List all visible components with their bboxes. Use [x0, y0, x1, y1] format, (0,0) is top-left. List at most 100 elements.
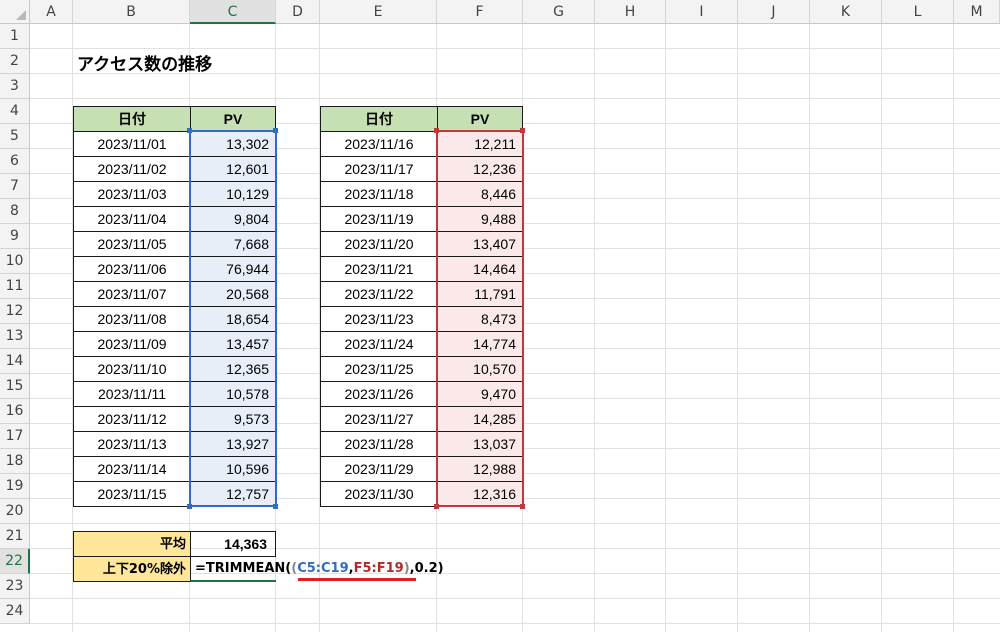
- pv-cell[interactable]: 14,774: [437, 331, 523, 357]
- column-header-d[interactable]: D: [276, 0, 320, 24]
- pv-cell[interactable]: 14,285: [437, 406, 523, 432]
- pv-cell[interactable]: 12,988: [437, 456, 523, 482]
- column-header-i[interactable]: I: [666, 0, 738, 24]
- date-cell[interactable]: 2023/11/04: [73, 206, 191, 232]
- row-header-24[interactable]: 24: [0, 599, 30, 624]
- row-header-10[interactable]: 10: [0, 249, 30, 274]
- date-cell[interactable]: 2023/11/20: [320, 231, 438, 257]
- date-cell[interactable]: 2023/11/11: [73, 381, 191, 407]
- pv-cell[interactable]: 12,601: [190, 156, 276, 182]
- date-cell[interactable]: 2023/11/10: [73, 356, 191, 382]
- column-header-a[interactable]: A: [30, 0, 73, 24]
- date-cell[interactable]: 2023/11/15: [73, 481, 191, 507]
- date-cell[interactable]: 2023/11/22: [320, 281, 438, 307]
- pv-cell[interactable]: 20,568: [190, 281, 276, 307]
- column-header-k[interactable]: K: [810, 0, 882, 24]
- pv-cell[interactable]: 10,578: [190, 381, 276, 407]
- select-all-corner[interactable]: [0, 0, 30, 24]
- pv-cell[interactable]: 13,927: [190, 431, 276, 457]
- formula-range-c5-c19[interactable]: C5:C19: [297, 561, 348, 576]
- row-header-14[interactable]: 14: [0, 349, 30, 374]
- pv-cell[interactable]: 13,407: [437, 231, 523, 257]
- row-header-13[interactable]: 13: [0, 324, 30, 349]
- pv-cell[interactable]: 9,488: [437, 206, 523, 232]
- row-header-16[interactable]: 16: [0, 399, 30, 424]
- pv-cell[interactable]: 12,316: [437, 481, 523, 507]
- row-header-15[interactable]: 15: [0, 374, 30, 399]
- formula-range-f5-f19[interactable]: F5:F19: [354, 561, 404, 576]
- date-cell[interactable]: 2023/11/12: [73, 406, 191, 432]
- row-header-12[interactable]: 12: [0, 299, 30, 324]
- date-cell[interactable]: 2023/11/06: [73, 256, 191, 282]
- range-handle[interactable]: [273, 128, 278, 133]
- pv-cell[interactable]: 76,944: [190, 256, 276, 282]
- pv-cell[interactable]: 12,365: [190, 356, 276, 382]
- column-header-l[interactable]: L: [882, 0, 954, 24]
- date-cell[interactable]: 2023/11/28: [320, 431, 438, 457]
- pv-cell[interactable]: 10,570: [437, 356, 523, 382]
- range-handle[interactable]: [187, 504, 192, 509]
- column-header-c[interactable]: C: [190, 0, 276, 24]
- range-handle[interactable]: [520, 504, 525, 509]
- column-header-j[interactable]: J: [738, 0, 810, 24]
- date-cell[interactable]: 2023/11/23: [320, 306, 438, 332]
- range-handle[interactable]: [434, 504, 439, 509]
- row-header-4[interactable]: 4: [0, 99, 30, 124]
- date-cell[interactable]: 2023/11/05: [73, 231, 191, 257]
- row-header-1[interactable]: 1: [0, 24, 30, 49]
- row-header-3[interactable]: 3: [0, 74, 30, 99]
- date-cell[interactable]: 2023/11/02: [73, 156, 191, 182]
- date-cell[interactable]: 2023/11/21: [320, 256, 438, 282]
- pv-cell[interactable]: 12,236: [437, 156, 523, 182]
- date-cell[interactable]: 2023/11/03: [73, 181, 191, 207]
- average-value[interactable]: 14,363: [190, 531, 276, 557]
- row-header-21[interactable]: 21: [0, 524, 30, 549]
- date-cell[interactable]: 2023/11/19: [320, 206, 438, 232]
- date-cell[interactable]: 2023/11/07: [73, 281, 191, 307]
- range-handle[interactable]: [520, 128, 525, 133]
- left-header-pv[interactable]: PV: [190, 106, 276, 132]
- column-header-m[interactable]: M: [954, 0, 1000, 24]
- row-header-18[interactable]: 18: [0, 449, 30, 474]
- date-cell[interactable]: 2023/11/13: [73, 431, 191, 457]
- pv-cell[interactable]: 10,596: [190, 456, 276, 482]
- pv-cell[interactable]: 13,037: [437, 431, 523, 457]
- pv-cell[interactable]: 14,464: [437, 256, 523, 282]
- date-cell[interactable]: 2023/11/30: [320, 481, 438, 507]
- row-header-22[interactable]: 22: [0, 549, 30, 574]
- row-header-19[interactable]: 19: [0, 474, 30, 499]
- pv-cell[interactable]: 13,457: [190, 331, 276, 357]
- row-header-7[interactable]: 7: [0, 174, 30, 199]
- pv-cell[interactable]: 18,654: [190, 306, 276, 332]
- date-cell[interactable]: 2023/11/01: [73, 131, 191, 157]
- row-header-6[interactable]: 6: [0, 149, 30, 174]
- date-cell[interactable]: 2023/11/26: [320, 381, 438, 407]
- column-header-h[interactable]: H: [595, 0, 666, 24]
- row-header-23[interactable]: 23: [0, 574, 30, 599]
- pv-cell[interactable]: 10,129: [190, 181, 276, 207]
- pv-cell[interactable]: 8,446: [437, 181, 523, 207]
- range-handle[interactable]: [434, 128, 439, 133]
- date-cell[interactable]: 2023/11/08: [73, 306, 191, 332]
- range-handle[interactable]: [187, 128, 192, 133]
- date-cell[interactable]: 2023/11/17: [320, 156, 438, 182]
- row-header-8[interactable]: 8: [0, 199, 30, 224]
- right-header-pv[interactable]: PV: [437, 106, 523, 132]
- date-cell[interactable]: 2023/11/25: [320, 356, 438, 382]
- pv-cell[interactable]: 12,757: [190, 481, 276, 507]
- row-header-20[interactable]: 20: [0, 499, 30, 524]
- row-header-5[interactable]: 5: [0, 124, 30, 149]
- date-cell[interactable]: 2023/11/24: [320, 331, 438, 357]
- row-header-11[interactable]: 11: [0, 274, 30, 299]
- row-header-17[interactable]: 17: [0, 424, 30, 449]
- date-cell[interactable]: 2023/11/14: [73, 456, 191, 482]
- date-cell[interactable]: 2023/11/09: [73, 331, 191, 357]
- column-header-g[interactable]: G: [523, 0, 595, 24]
- average-label[interactable]: 平均: [73, 531, 191, 557]
- right-header-date[interactable]: 日付: [320, 106, 438, 132]
- date-cell[interactable]: 2023/11/18: [320, 181, 438, 207]
- date-cell[interactable]: 2023/11/16: [320, 131, 438, 157]
- pv-cell[interactable]: 13,302: [190, 131, 276, 157]
- row-header-9[interactable]: 9: [0, 224, 30, 249]
- column-header-f[interactable]: F: [437, 0, 523, 24]
